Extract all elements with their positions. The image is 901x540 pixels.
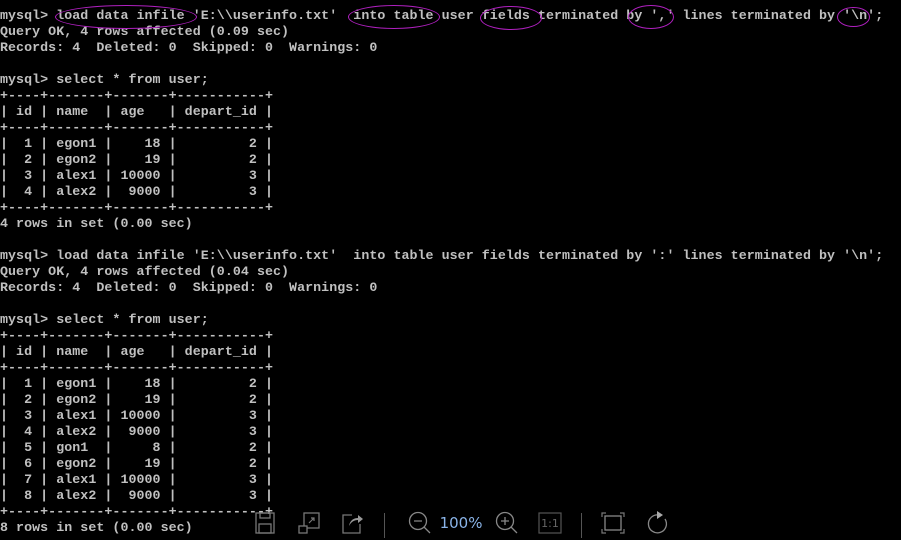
image-viewer-toolbar: 100% 1:1 [240,505,680,540]
resize-button[interactable] [294,505,324,540]
terminal-line: | 5 | gon1 | 8 | 2 | [0,440,274,455]
fullscreen-icon [601,511,625,534]
terminal-line: mysql> load data infile 'E:\\userinfo.tx… [0,248,884,263]
terminal-line: Records: 4 Deleted: 0 Skipped: 0 Warning… [0,280,378,295]
terminal-line: | 3 | alex1 | 10000 | 3 | [0,408,274,423]
terminal-line: Query OK, 4 rows affected (0.09 sec) [0,24,290,39]
terminal-line: | 2 | egon2 | 19 | 2 | [0,392,274,407]
zoom-out-button[interactable] [405,505,435,540]
terminal-line: Query OK, 4 rows affected (0.04 sec) [0,264,290,279]
terminal-line: | 3 | alex1 | 10000 | 3 | [0,168,274,183]
zoom-in-icon [495,511,518,533]
terminal-line: | 6 | egon2 | 19 | 2 | [0,456,274,471]
terminal-line: mysql> load data infile 'E:\\userinfo.tx… [0,8,884,23]
zoom-level: 100% [439,505,483,540]
terminal-line: | id | name | age | depart_id | [0,104,274,119]
rotate-button[interactable] [642,505,672,540]
share-button[interactable] [337,505,367,540]
actual-size-button[interactable]: 1:1 [535,505,565,540]
terminal-line: | 1 | egon1 | 18 | 2 | [0,376,274,391]
save-icon [255,511,275,534]
share-icon [342,513,363,534]
terminal-line: Records: 4 Deleted: 0 Skipped: 0 Warning… [0,40,378,55]
terminal-line: | id | name | age | depart_id | [0,344,274,359]
terminal-line: | 8 | alex2 | 9000 | 3 | [0,488,274,503]
terminal-line: 4 rows in set (0.00 sec) [0,216,193,231]
terminal-line: +----+-------+-------+-----------+ [0,88,274,103]
terminal-line: mysql> select * from user; [0,72,209,87]
terminal-line: +----+-------+-------+-----------+ [0,328,274,343]
toolbar-divider [384,513,385,538]
zoom-in-button[interactable] [492,505,522,540]
terminal-line: +----+-------+-------+-----------+ [0,120,274,135]
save-button[interactable] [250,505,280,540]
terminal-line: | 2 | egon2 | 19 | 2 | [0,152,274,167]
zoom-out-icon [408,511,431,533]
fullscreen-button[interactable] [598,505,628,540]
terminal-line: | 1 | egon1 | 18 | 2 | [0,136,274,151]
toolbar-divider [581,513,582,538]
terminal-line: +----+-------+-------+-----------+ [0,200,274,215]
zoom-level-text: 100% [439,513,483,532]
rotate-icon [647,510,668,534]
terminal-line: | 4 | alex2 | 9000 | 3 | [0,184,274,199]
terminal-line: mysql> select * from user; [0,312,209,327]
actual-size-label: 1:1 [541,517,559,530]
resize-icon [298,511,320,534]
terminal-line: | 7 | alex1 | 10000 | 3 | [0,472,274,487]
terminal-output: mysql> load data infile 'E:\\userinfo.tx… [0,8,883,536]
actual-size-icon: 1:1 [538,511,562,534]
terminal-line: +----+-------+-------+-----------+ [0,360,274,375]
terminal-line: | 4 | alex2 | 9000 | 3 | [0,424,274,439]
